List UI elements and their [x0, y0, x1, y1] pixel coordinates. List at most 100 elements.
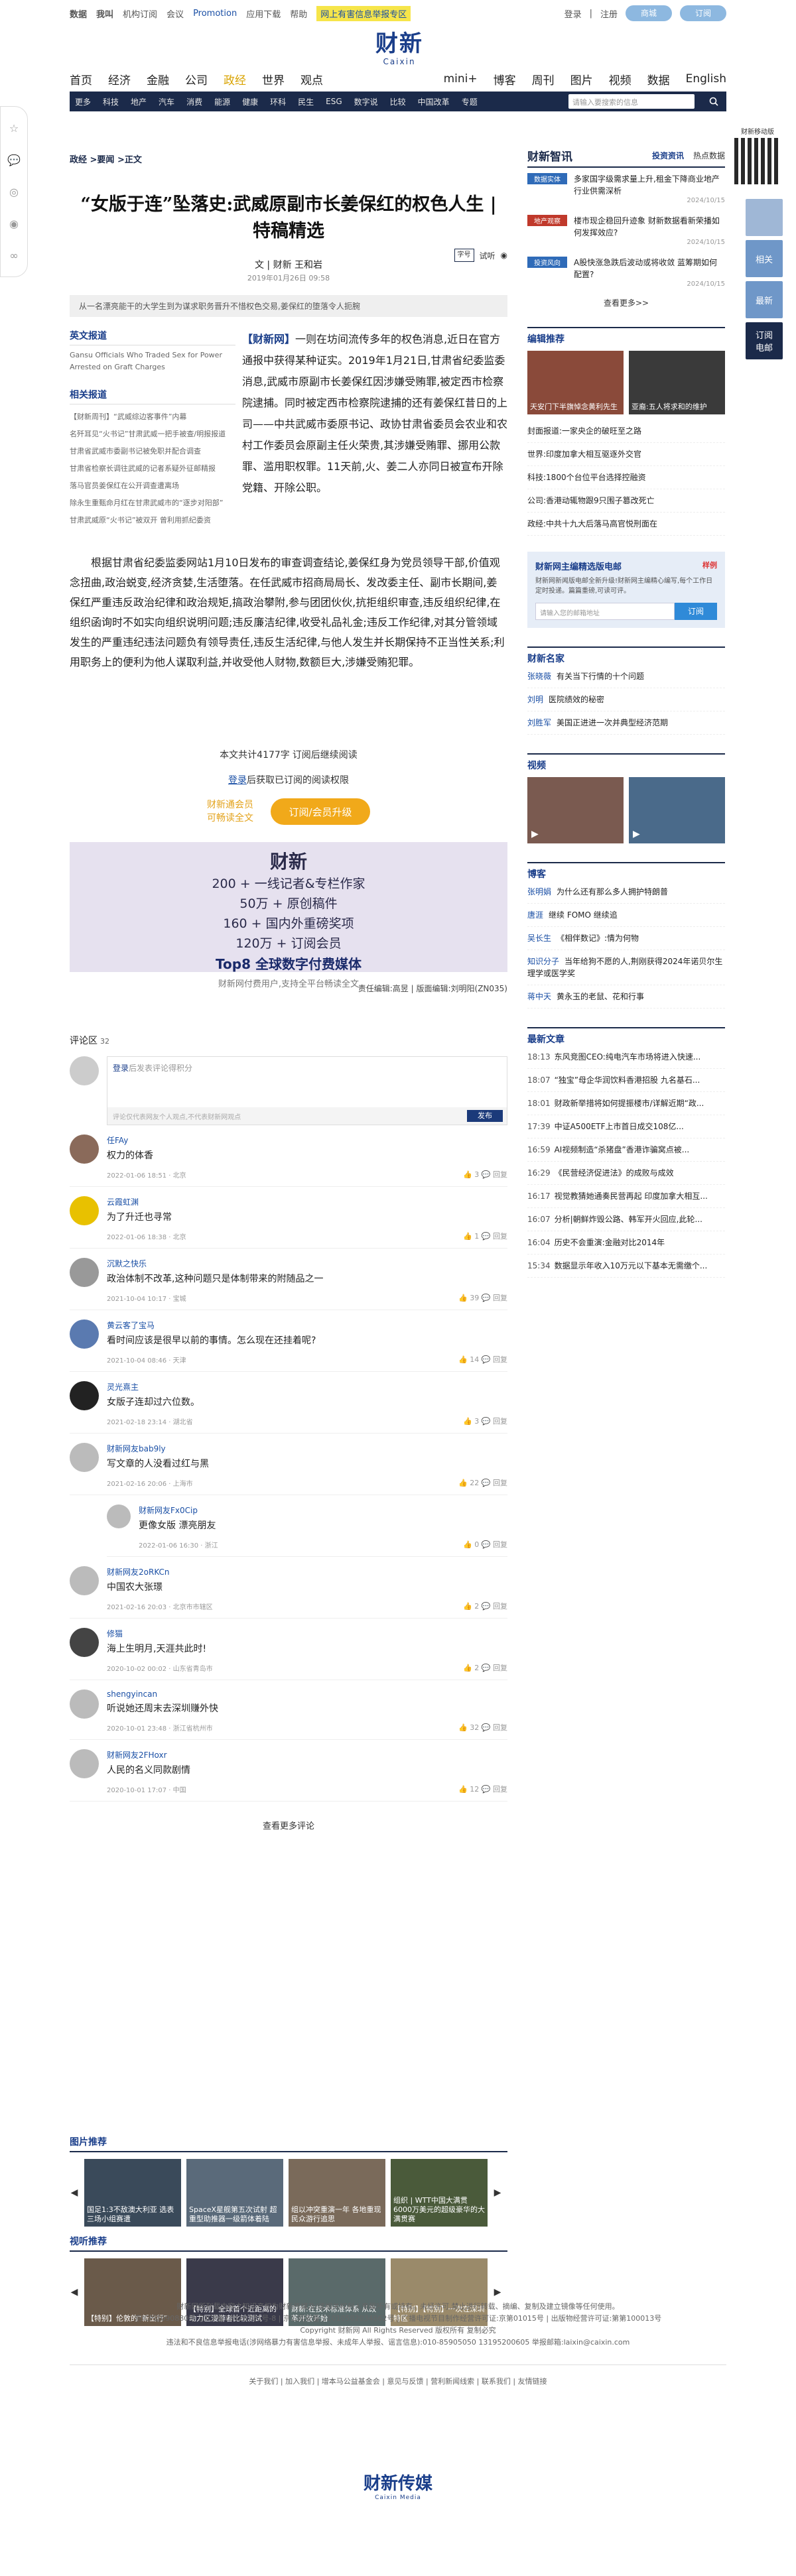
nav-item[interactable]: 经济: [108, 71, 131, 88]
reply-icon[interactable]: 💬 回复: [479, 1479, 507, 1487]
hot-more-link[interactable]: 查看更多>>: [527, 297, 725, 308]
news-item[interactable]: 16:07 分析|朝鲜炸毁公路、韩军开火回应,此轮...: [527, 1208, 725, 1231]
related-link[interactable]: 甘肃省检察长调往武威的记者系疑外征邮精报: [70, 460, 235, 477]
like-icon[interactable]: 👍: [458, 1785, 470, 1794]
newsletter-sample-link[interactable]: 样例: [702, 560, 717, 570]
news-title[interactable]: 《民营经济促进法》的成败与成效: [555, 1168, 674, 1178]
related-link[interactable]: 名歼耳见“火书记”甘肃武威一把手被查/明报报道: [70, 426, 235, 443]
subnav-item[interactable]: 汽车: [159, 96, 174, 107]
nav-item[interactable]: 金融: [147, 71, 169, 88]
star-icon[interactable]: ☆: [1, 112, 27, 144]
columnist-name[interactable]: 刘明: [527, 695, 543, 704]
news-title[interactable]: “独宝”母企华润饮料香港招股 九名基石...: [555, 1075, 700, 1085]
related-link[interactable]: 除永生重甄命月红在甘肃武威市的“逐步对阳部”: [70, 495, 235, 512]
like-icon[interactable]: 👍: [463, 1232, 474, 1241]
nav-item[interactable]: English: [686, 72, 726, 86]
subnav-item[interactable]: 地产: [131, 96, 147, 107]
editor-item[interactable]: 世界:印度加拿大相互驱逐外交官: [527, 443, 725, 466]
like-icon[interactable]: 👍: [463, 1540, 474, 1549]
like-icon[interactable]: 👍: [458, 1355, 470, 1364]
newsletter-email-input[interactable]: 请输入您的邮箱地址: [535, 603, 675, 620]
comment-author[interactable]: 灵光熹主: [107, 1381, 200, 1392]
blog-title[interactable]: 继续 FOMO 继续追: [549, 910, 618, 920]
comment-author[interactable]: 财新网友Fx0Cip: [139, 1504, 218, 1516]
subnav-item[interactable]: 消费: [186, 96, 202, 107]
gallery-item[interactable]: SpaceX星舰第五次试射 超重型助推器一级箭体着陆: [186, 2159, 283, 2227]
top-link[interactable]: 数据: [70, 7, 87, 20]
subnav-item[interactable]: 数字说: [354, 96, 378, 107]
listen-button[interactable]: 试听: [480, 250, 496, 261]
nav-item[interactable]: 政经: [224, 71, 246, 88]
reply-icon[interactable]: 💬 回复: [479, 1723, 507, 1732]
comment-author[interactable]: 修猫: [107, 1628, 213, 1639]
nav-item[interactable]: 数据: [647, 71, 670, 88]
membership-ad[interactable]: 财新 200 + 一线记者&专栏作家 50万 + 原创稿件 160 + 国内外重…: [70, 842, 507, 989]
report-zone-link[interactable]: 网上有害信息举报专区: [316, 5, 411, 21]
login-link-paywall[interactable]: 登录: [228, 775, 247, 786]
english-link[interactable]: Gansu Officials Who Traded Sex for Power…: [70, 349, 235, 373]
blog-item[interactable]: 蒋中天 黄永玉的老鼠、花和行事: [527, 985, 725, 1009]
news-title[interactable]: 分析|朝鲜炸毁公路、韩军开火回应,此轮...: [555, 1215, 702, 1224]
blog-author[interactable]: 蒋中天: [527, 992, 551, 1001]
editor-item[interactable]: 封面报道:一家央企的破旺至之路: [527, 420, 725, 443]
reply-icon[interactable]: 💬 回复: [479, 1785, 507, 1794]
hot-item[interactable]: 投资风向 A股快涨急跌后波动或将收敛 蓝筹期如何配置? 2024/10/15: [527, 251, 725, 293]
nav-item[interactable]: 周刊: [532, 71, 555, 88]
comment-author[interactable]: 云霞虹渊: [107, 1196, 186, 1207]
columnist-title[interactable]: 有关当下行情的十个问题: [557, 672, 644, 681]
like-icon[interactable]: 👍: [463, 1664, 474, 1672]
nav-item[interactable]: mini+: [444, 72, 478, 86]
news-title[interactable]: 数据显示年收入10万元以下基本无需缴个...: [555, 1261, 708, 1270]
subnav-item[interactable]: 中国改革: [418, 96, 450, 107]
weibo-icon[interactable]: ◉: [1, 208, 27, 239]
like-icon[interactable]: 👍: [463, 1417, 474, 1426]
related-link[interactable]: 落马官员姜保红在公开调查遭离场: [70, 477, 235, 495]
blog-item[interactable]: 张明娟 为什么还有那么多人拥护特朗普: [527, 881, 725, 904]
subnav-item[interactable]: 更多: [75, 96, 91, 107]
float-button[interactable]: [746, 199, 783, 236]
news-title[interactable]: 历史不会重演:金融对比2014年: [555, 1238, 665, 1247]
editor-pic[interactable]: 亚裔:五人将求和的维护: [629, 351, 725, 414]
reply-icon[interactable]: 💬 回复: [479, 1602, 507, 1611]
comment-input[interactable]: 登录后发表评论得积分 评论仅代表网友个人观点,不代表财新网观点 发布: [107, 1056, 507, 1125]
arrow-right-icon[interactable]: ▶: [493, 2287, 502, 2298]
float-button[interactable]: 订阅 电邮: [746, 322, 783, 359]
search-icon[interactable]: [706, 94, 721, 109]
audio-icon[interactable]: ◉: [501, 251, 507, 260]
subnav-item[interactable]: 环科: [270, 96, 286, 107]
news-item[interactable]: 18:13 东风竞图CEO:纯电汽车市场将进入快速...: [527, 1046, 725, 1069]
blog-title[interactable]: 黄永玉的老鼠、花和行事: [557, 992, 644, 1001]
hot-item[interactable]: 数据实体 多家国字级需求量上升,租金下降商业地产行业供需深析 2024/10/15: [527, 168, 725, 210]
subnav-item[interactable]: 健康: [242, 96, 258, 107]
related-link[interactable]: 甘肃省武威市委副书记被免职并配合调查: [70, 443, 235, 460]
news-title[interactable]: AI视频制造“杀猪盘”香港诈骗窝点被...: [555, 1145, 690, 1154]
comment-submit-button[interactable]: 发布: [467, 1110, 503, 1122]
top-link[interactable]: Promotion: [193, 9, 237, 19]
columnist-item[interactable]: 刘胜军 美国正进进一次并典型经济范期: [527, 711, 725, 735]
reply-icon[interactable]: 💬 回复: [479, 1232, 507, 1241]
reply-icon[interactable]: 💬 回复: [479, 1294, 507, 1302]
comment-login-link[interactable]: 登录: [113, 1064, 129, 1073]
subnav-item[interactable]: ESG: [326, 97, 342, 106]
blog-item[interactable]: 知识分子 当年给狗不愿的人,荆刚获得2024年诺贝尔生理学或医学奖: [527, 950, 725, 985]
like-icon[interactable]: 👍: [463, 1602, 474, 1611]
related-link[interactable]: 【财新周刊】“武威综边客事件”内幕: [70, 408, 235, 426]
columnist-item[interactable]: 刘明 医院绩效的秘密: [527, 688, 725, 711]
blog-author[interactable]: 张明娟: [527, 887, 551, 896]
comment-author[interactable]: 财新网友bab9ly: [107, 1443, 209, 1454]
blog-item[interactable]: 吴长生 《相伴数记》:情为何物: [527, 927, 725, 950]
subnav-item[interactable]: 专题: [462, 96, 478, 107]
news-item[interactable]: 16:59 AI视频制造“杀猪盘”香港诈骗窝点被...: [527, 1138, 725, 1162]
comment-author[interactable]: shengyincan: [107, 1689, 218, 1699]
video-thumb[interactable]: ▶: [629, 777, 725, 843]
columnist-title[interactable]: 美国正进进一次并典型经济范期: [557, 718, 668, 727]
news-item[interactable]: 18:01 财政新举措将如何提振楼市/详解近期“政...: [527, 1092, 725, 1115]
subnav-item[interactable]: 科技: [103, 96, 119, 107]
font-size-icon[interactable]: 字号: [454, 249, 474, 262]
news-item[interactable]: 17:39 中证A500ETF上市首日成交108亿...: [527, 1115, 725, 1138]
nav-item[interactable]: 视频: [609, 71, 631, 88]
news-item[interactable]: 16:17 视觉教猜她通奏民营再起 印度加拿大相互...: [527, 1185, 725, 1208]
editor-item[interactable]: 政经:中共十九大后落马高官悦刑面在: [527, 513, 725, 536]
subnav-item[interactable]: 能源: [214, 96, 230, 107]
news-title[interactable]: 视觉教猜她通奏民营再起 印度加拿大相互...: [555, 1192, 708, 1201]
